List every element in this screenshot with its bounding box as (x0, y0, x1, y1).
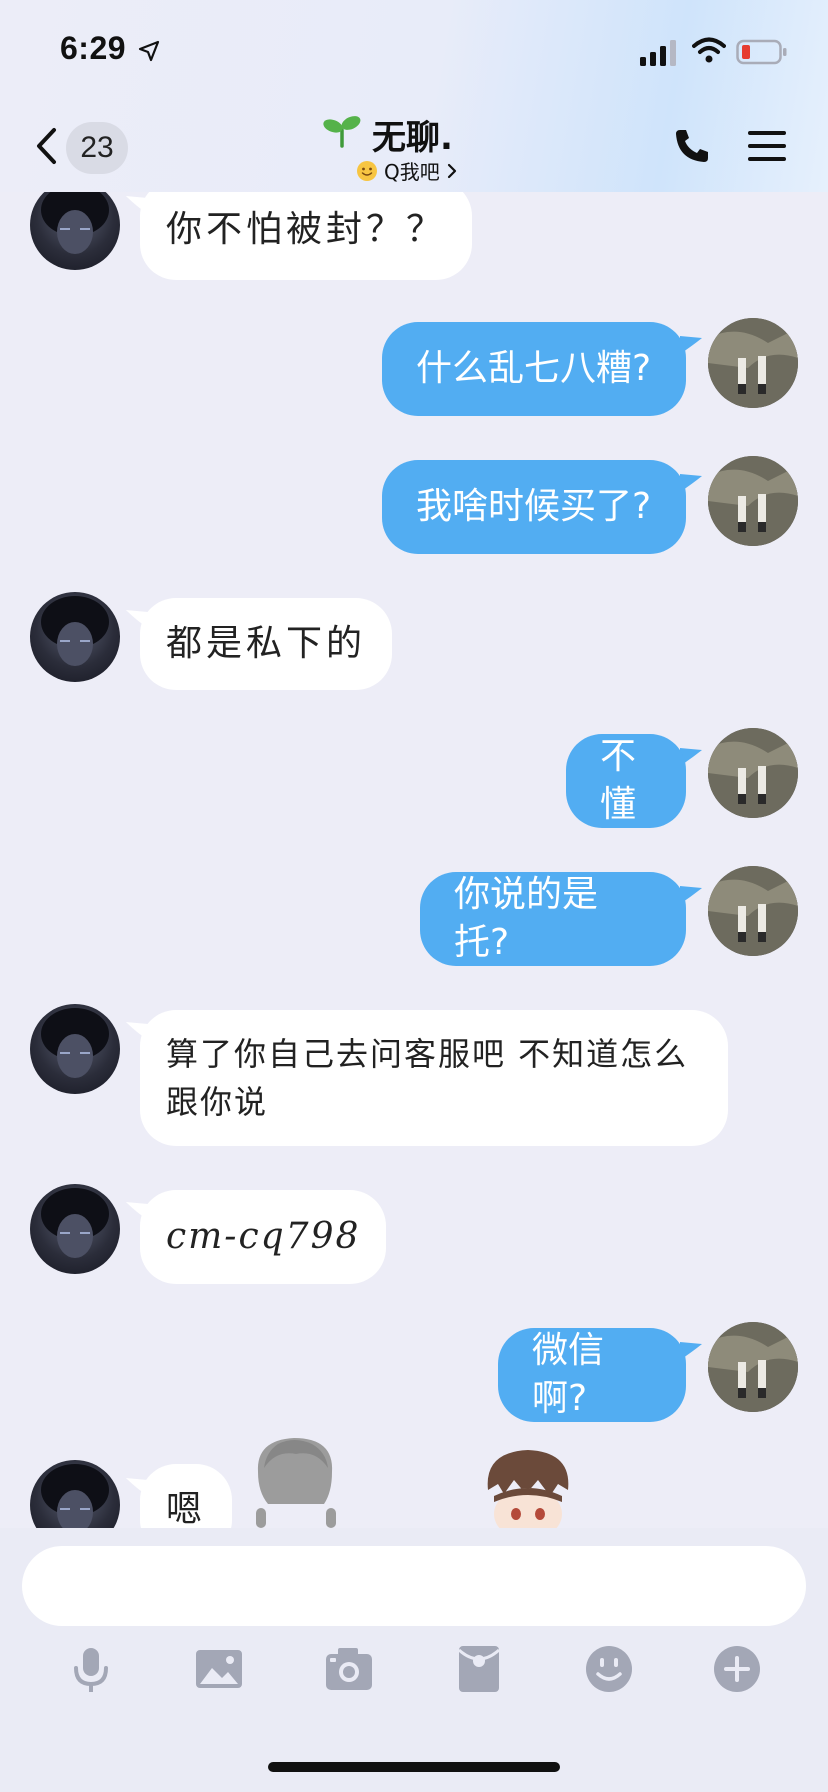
plus-icon[interactable] (712, 1644, 762, 1694)
location-arrow-icon (138, 40, 160, 62)
cellular-signal-icon (640, 40, 676, 66)
my-avatar[interactable] (708, 866, 798, 956)
red-packet-icon[interactable] (454, 1644, 504, 1694)
my-avatar[interactable] (708, 728, 798, 818)
contact-avatar[interactable] (30, 1184, 120, 1274)
message-bubble-incoming[interactable]: 都是私下的 (140, 598, 393, 690)
chat-header: 6:29 23 无聊. Q我吧 (0, 0, 828, 192)
my-avatar[interactable] (708, 1322, 798, 1412)
wifi-icon (692, 37, 726, 63)
message-bubble-incoming[interactable]: cm-cq798 (140, 1190, 387, 1284)
chevron-right-icon (447, 163, 456, 178)
smile-status-icon (357, 160, 377, 181)
status-time: 6:29 (60, 30, 127, 66)
chevron-left-icon (37, 128, 56, 164)
message-bubble-outgoing[interactable]: 微信啊? (498, 1328, 686, 1422)
emoji-icon[interactable] (584, 1644, 634, 1694)
my-avatar[interactable] (708, 456, 798, 546)
message-bubble-incoming[interactable]: 算了你自己去问客服吧 不知道怎么跟你说 (140, 1010, 728, 1146)
message-input[interactable] (22, 1546, 806, 1626)
phone-call-icon[interactable] (672, 126, 712, 166)
sprout-icon (323, 116, 361, 148)
message-bubble-outgoing[interactable]: 你说的是托? (420, 872, 686, 966)
contact-avatar[interactable] (30, 592, 120, 682)
camera-icon[interactable] (324, 1644, 374, 1694)
message-bubble-outgoing[interactable]: 不懂 (566, 734, 686, 828)
my-avatar[interactable] (708, 318, 798, 408)
anime-character-sticker[interactable] (478, 1444, 578, 1528)
back-button[interactable]: 23 (28, 122, 128, 174)
message-bubble-outgoing[interactable]: 我啥时候买了? (382, 460, 686, 554)
battery-icon (736, 39, 787, 65)
contact-avatar[interactable] (30, 180, 120, 270)
image-icon[interactable] (194, 1644, 244, 1694)
home-indicator (268, 1762, 560, 1772)
message-bubble-incoming[interactable]: 你不怕被封？？ (140, 180, 473, 280)
input-bar (0, 1528, 828, 1792)
chat-status-subtitle[interactable]: Q我吧 (356, 156, 458, 185)
grey-person-sticker[interactable] (246, 1432, 346, 1528)
chat-subtitle-text: Q我吧 (384, 160, 440, 184)
contact-avatar[interactable] (30, 1004, 120, 1094)
chat-title[interactable]: 无聊. (372, 110, 453, 159)
unread-count-badge: 23 (66, 122, 128, 174)
menu-icon[interactable] (746, 128, 788, 164)
microphone-icon[interactable] (66, 1644, 116, 1694)
message-bubble-outgoing[interactable]: 什么乱七八糟? (382, 322, 686, 416)
